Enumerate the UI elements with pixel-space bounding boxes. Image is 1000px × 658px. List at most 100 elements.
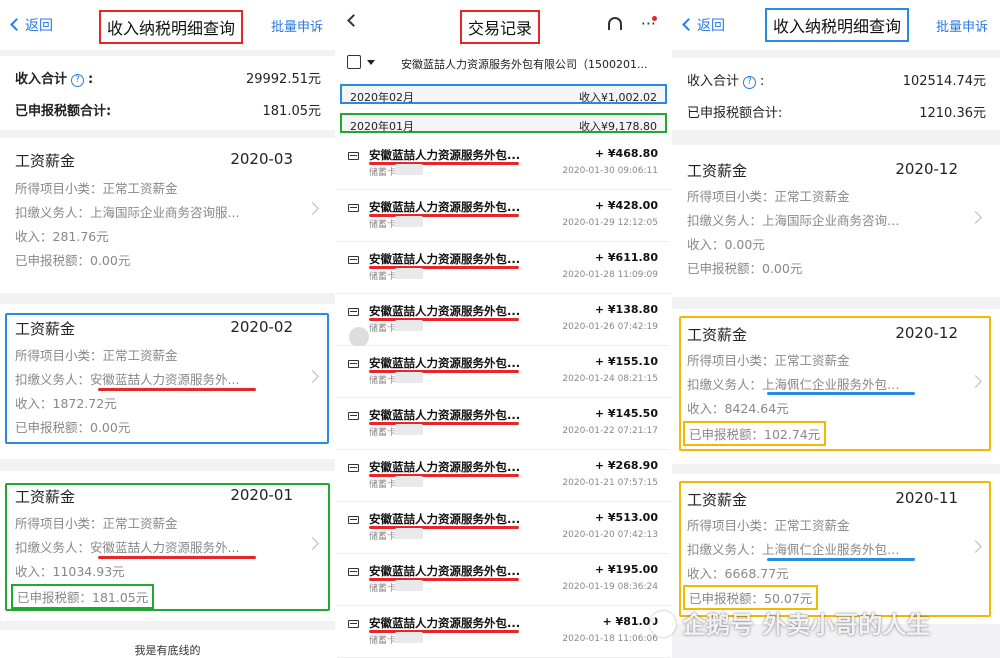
red-underline: [98, 556, 256, 559]
nav-bar: 交易记录 ···: [337, 0, 670, 50]
income-total-row: 收入合计?: 29992.51元: [15, 62, 321, 92]
tx-card: 储蓄卡: [369, 584, 397, 594]
tx-time: 2020-01-18 11:06:06: [562, 634, 658, 644]
card-date: 2020-03: [230, 150, 293, 168]
card-title: 工资薪金: [15, 320, 76, 338]
income-total-label: 收入合计: [687, 74, 740, 89]
transaction-row[interactable]: 安徽蓝喆人力资源服务外包... 储蓄卡 + ¥428.00 2020-01-29…: [337, 190, 670, 242]
income-card[interactable]: 工资薪金 2020-12 所得项目小类：正常工资薪金 扣缴义务人：上海佩仁企业服…: [672, 309, 1000, 464]
card-income: 收入：6668.77元: [687, 566, 789, 581]
month-summary: 收入¥1,002.02: [579, 91, 657, 104]
card-withholder: 扣缴义务人：安徽蓝喆人力资源服务外...: [15, 369, 239, 388]
card-icon: [348, 620, 359, 628]
month-summary: 收入¥9,178.80: [579, 120, 657, 133]
tx-card: 储蓄卡: [369, 532, 397, 542]
colon: :: [88, 72, 94, 87]
income-card[interactable]: 工资薪金 2020-01 所得项目小类：正常工资薪金 扣缴义务人：安徽蓝喆人力资…: [0, 471, 335, 621]
card-title: 工资薪金: [15, 488, 76, 506]
card-withholder: 扣缴义务人：上海国际企业商务咨询服...: [15, 205, 240, 220]
tx-card: 储蓄卡: [369, 220, 397, 230]
tx-name: 安徽蓝喆人力资源服务外包...: [369, 304, 521, 318]
masked-card-number: [395, 216, 423, 227]
card-withholder: 扣缴义务人：上海国际企业商务咨询…: [687, 213, 900, 228]
card-icon: [348, 516, 359, 524]
right-income-tax-screen: 返回 收入纳税明细查询 批量申诉 收入合计?: 102514.74元 已申报税额…: [672, 0, 1000, 658]
tx-card: 储蓄卡: [369, 636, 397, 646]
help-icon[interactable]: ?: [743, 76, 757, 89]
transaction-row[interactable]: 安徽蓝喆人力资源服务外包... 储蓄卡 + ¥195.00 2020-01-19…: [337, 554, 670, 606]
card-icon: [348, 464, 359, 472]
tx-time: 2020-01-30 09:06:11: [562, 166, 658, 176]
card-withholder: 扣缴义务人：安徽蓝喆人力资源服务外...: [15, 537, 239, 556]
calendar-icon[interactable]: [347, 55, 361, 69]
tx-time: 2020-01-20 07:42:13: [562, 530, 658, 540]
month-label: 2020年02月: [350, 91, 414, 104]
blue-underline: [767, 558, 915, 561]
tx-name: 安徽蓝喆人力资源服务外包...: [369, 564, 521, 578]
back-button[interactable]: [347, 14, 362, 30]
tax-total-row: 已申报税额合计: 181.05元: [15, 94, 321, 124]
caret-down-icon[interactable]: [367, 60, 375, 65]
card-subtype: 所得项目小类：正常工资薪金: [687, 518, 850, 533]
tx-amount: + ¥268.90: [594, 459, 658, 472]
income-card[interactable]: 工资薪金 2020-12 所得项目小类：正常工资薪金 扣缴义务人：上海国际企业商…: [672, 145, 1000, 297]
tx-amount: + ¥468.80: [594, 147, 658, 160]
income-total-row: 收入合计?: 102514.74元: [687, 64, 986, 94]
filter-bar: 安徽蓝喆人力资源服务外包有限公司（1500201...: [337, 50, 670, 78]
card-tax: 已申报税额：181.05元: [11, 584, 155, 609]
chevron-left-icon: [10, 18, 23, 31]
income-card[interactable]: 工资薪金 2020-02 所得项目小类：正常工资薪金 扣缴义务人：安徽蓝喆人力资…: [0, 304, 335, 459]
card-tax: 已申报税额：0.00元: [15, 253, 131, 268]
tx-card: 储蓄卡: [369, 324, 397, 334]
masked-card-number: [395, 476, 423, 487]
floating-back-button[interactable]: [349, 327, 369, 347]
card-income: 收入：8424.64元: [687, 401, 789, 416]
transaction-row[interactable]: 安徽蓝喆人力资源服务外包... 储蓄卡 + ¥81.00 2020-01-18 …: [337, 606, 670, 658]
tx-time: 2020-01-28 11:09:09: [562, 270, 658, 280]
tx-time: 2020-01-24 08:21:15: [562, 374, 658, 384]
income-card[interactable]: 工资薪金 2020-03 所得项目小类：正常工资薪金 扣缴义务人：上海国际企业商…: [0, 138, 335, 293]
back-label: 返回: [25, 18, 53, 34]
transaction-row[interactable]: 安徽蓝喆人力资源服务外包... 储蓄卡 + ¥268.90 2020-01-21…: [337, 450, 670, 502]
transaction-row[interactable]: 安徽蓝喆人力资源服务外包... 储蓄卡 + ¥145.50 2020-01-22…: [337, 398, 670, 450]
transaction-row[interactable]: 安徽蓝喆人力资源服务外包... 储蓄卡 + ¥513.00 2020-01-20…: [337, 502, 670, 554]
masked-card-number: [395, 424, 423, 435]
month-label: 2020年01月: [350, 120, 414, 133]
masked-card-number: [395, 320, 423, 331]
transaction-row[interactable]: 安徽蓝喆人力资源服务外包... 储蓄卡 + ¥468.80 2020-01-30…: [337, 138, 670, 190]
transaction-row[interactable]: 安徽蓝喆人力资源服务外包... 储蓄卡 + ¥138.80 2020-01-26…: [337, 294, 670, 346]
headset-icon[interactable]: [608, 17, 622, 30]
card-income: 收入：281.76元: [15, 229, 109, 244]
card-tax: 已申报税额：0.00元: [15, 420, 131, 435]
tax-total-label: 已申报税额合计:: [15, 104, 112, 119]
tx-card: 储蓄卡: [369, 376, 397, 386]
card-icon: [348, 152, 359, 160]
tx-amount: + ¥155.10: [594, 355, 658, 368]
transaction-row[interactable]: 安徽蓝喆人力资源服务外包... 储蓄卡 + ¥611.80 2020-01-28…: [337, 242, 670, 294]
income-card[interactable]: 工资薪金 2020-11 所得项目小类：正常工资薪金 扣缴义务人：上海佩仁企业服…: [672, 474, 1000, 624]
card-tax: 已申报税额：0.00元: [687, 261, 803, 276]
masked-card-number: [395, 164, 423, 175]
back-button[interactable]: 返回: [10, 15, 53, 35]
batch-appeal-button[interactable]: 批量申诉: [271, 16, 323, 35]
batch-appeal-button[interactable]: 批量申诉: [936, 16, 988, 35]
card-date: 2020-01: [230, 486, 293, 504]
withholder-label: 扣缴义务人：: [15, 372, 91, 387]
card-title: 工资薪金: [15, 152, 76, 170]
merchant-filter[interactable]: 安徽蓝喆人力资源服务外包有限公司（1500201...: [401, 56, 647, 72]
card-icon: [348, 412, 359, 420]
income-total-value: 29992.51元: [245, 72, 321, 87]
card-income: 收入：0.00元: [687, 237, 765, 252]
card-withholder: 扣缴义务人：上海佩仁企业服务外包…: [687, 374, 900, 393]
card-title: 工资薪金: [687, 162, 748, 180]
tx-time: 2020-01-22 07:21:17: [562, 426, 658, 436]
list-end-note: 我是有底线的: [0, 630, 335, 658]
tx-card: 储蓄卡: [369, 428, 397, 438]
summary-box: 收入合计?: 29992.51元 已申报税额合计: 181.05元: [0, 56, 335, 130]
card-date: 2020-11: [895, 489, 958, 507]
page-title: 交易记录: [460, 10, 541, 44]
back-button[interactable]: 返回: [682, 15, 725, 35]
help-icon[interactable]: ?: [71, 74, 85, 87]
watermark: 企鹅号 外卖小哥的人生: [650, 605, 930, 640]
transaction-row[interactable]: 安徽蓝喆人力资源服务外包... 储蓄卡 + ¥155.10 2020-01-24…: [337, 346, 670, 398]
